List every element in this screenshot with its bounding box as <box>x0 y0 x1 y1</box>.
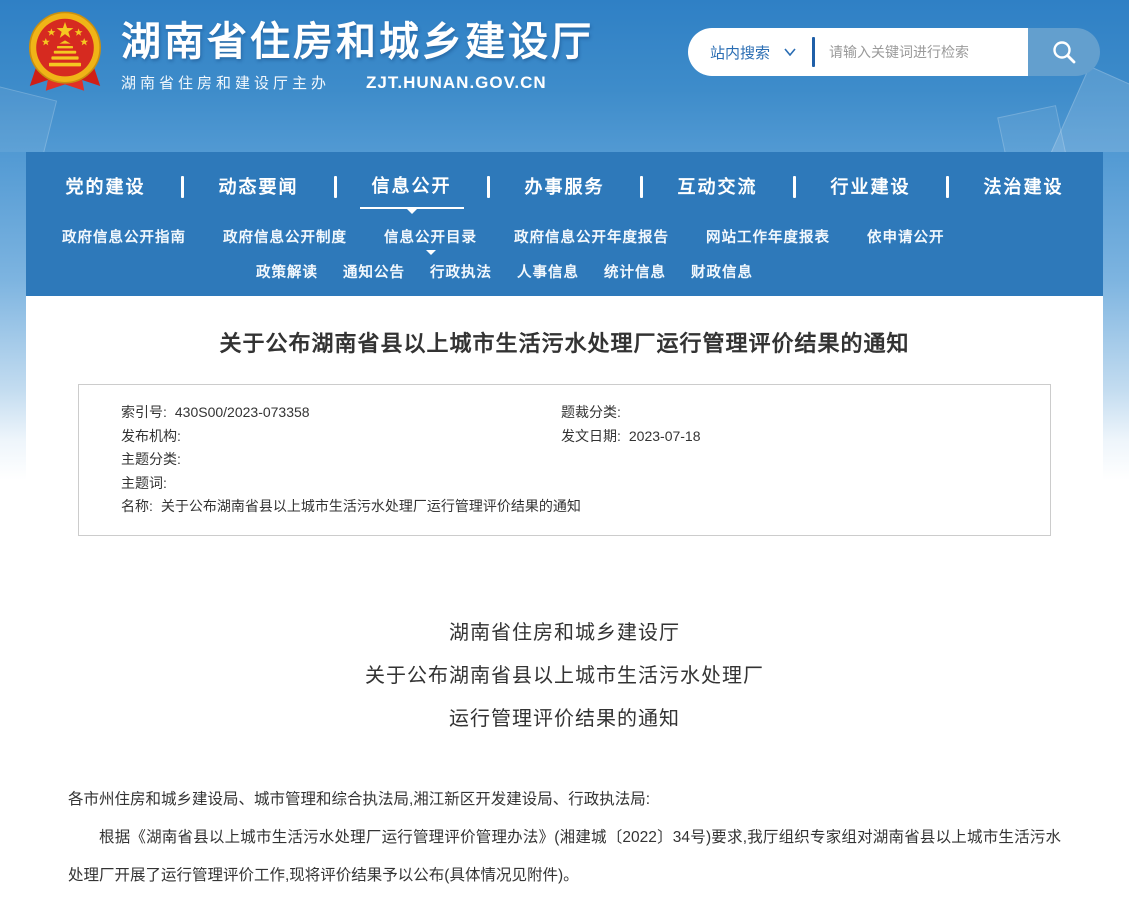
subnav-item-finance-info[interactable]: 财政信息 <box>691 261 753 282</box>
nav-separator <box>181 176 184 198</box>
subnav-item-personnel-info[interactable]: 人事信息 <box>517 261 579 282</box>
site-domain: ZJT.HUNAN.GOV.CN <box>366 73 547 93</box>
meta-date-label: 发文日期: <box>561 425 621 449</box>
nav-item-news[interactable]: 动态要闻 <box>207 167 311 208</box>
nav-separator <box>487 176 490 198</box>
nav-panel: 党的建设 动态要闻 信息公开 办事服务 互动交流 行业建设 法治建设 政府信息公… <box>26 152 1103 296</box>
search-scope-label: 站内搜索 <box>710 42 770 63</box>
meta-row: 主题分类: <box>121 448 1030 472</box>
document-body: 各市州住房和城乡建设局、城市管理和综合执法局,湘江新区开发建设局、行政执法局: … <box>26 781 1103 920</box>
search-field-wrap: 站内搜索 <box>688 28 1028 76</box>
search-input[interactable] <box>829 44 1028 60</box>
meta-name-value: 关于公布湖南省县以上城市生活污水处理厂运行管理评价结果的通知 <box>161 495 581 519</box>
subnav-item-disclosure-catalog[interactable]: 信息公开目录 <box>384 226 477 247</box>
subnav-item-annual-report[interactable]: 政府信息公开年度报告 <box>514 226 669 247</box>
subnav-item-policy-interpretation[interactable]: 政策解读 <box>256 261 318 282</box>
search-icon <box>1051 39 1077 65</box>
subnav-item-label: 信息公开目录 <box>384 230 477 246</box>
site-title: 湖南省住房和城乡建设厅 <box>121 16 594 68</box>
meta-row: 发布机构: 发文日期: 2023-07-18 <box>121 425 1030 449</box>
nav-item-info-disclosure[interactable]: 信息公开 <box>360 166 464 209</box>
subnav-item-notices[interactable]: 通知公告 <box>343 261 405 282</box>
subnav-item-disclosure-guide[interactable]: 政府信息公开指南 <box>62 226 186 247</box>
chevron-down-icon <box>784 48 796 56</box>
document-heading-line2: 关于公布湖南省县以上城市生活污水处理厂 <box>26 655 1103 698</box>
document-heading: 湖南省住房和城乡建设厅 关于公布湖南省县以上城市生活污水处理厂 运行管理评价结果… <box>26 612 1103 741</box>
nav-item-label: 信息公开 <box>372 176 452 196</box>
subnav-item-disclosure-system[interactable]: 政府信息公开制度 <box>223 226 347 247</box>
brand-text: 湖南省住房和城乡建设厅 湖南省住房和建设厅主办 ZJT.HUNAN.GOV.CN <box>121 16 594 93</box>
document-heading-line3: 运行管理评价结果的通知 <box>26 698 1103 741</box>
meta-index-label: 索引号: <box>121 401 167 425</box>
subnav-item-statistics-info[interactable]: 统计信息 <box>604 261 666 282</box>
national-emblem-logo <box>25 8 105 100</box>
meta-row: 索引号: 430S00/2023-073358 题裁分类: <box>121 401 1030 425</box>
meta-date-value: 2023-07-18 <box>629 425 701 449</box>
meta-name-label: 名称: <box>121 495 153 519</box>
meta-row: 名称: 关于公布湖南省县以上城市生活污水处理厂运行管理评价结果的通知 <box>121 495 1030 519</box>
active-subnav-caret-icon <box>426 250 436 260</box>
document-paragraph: 根据《湖南省县以上城市生活污水处理厂运行管理评价管理办法》(湘建城〔2022〕3… <box>68 819 1061 895</box>
nav-item-rule-of-law[interactable]: 法治建设 <box>972 167 1076 208</box>
subnav-item-administrative-enforcement[interactable]: 行政执法 <box>430 261 492 282</box>
meta-agency-label: 发布机构: <box>121 425 181 449</box>
subnav-item-website-annual-report[interactable]: 网站工作年度报表 <box>706 226 830 247</box>
search-divider <box>812 37 815 67</box>
subnav-row1: 政府信息公开指南 政府信息公开制度 信息公开目录 政府信息公开年度报告 网站工作… <box>26 222 1103 247</box>
nav-separator <box>334 176 337 198</box>
nav-item-interaction[interactable]: 互动交流 <box>666 167 770 208</box>
site-subtitle: 湖南省住房和建设厅主办 <box>121 72 330 93</box>
meta-index-value: 430S00/2023-073358 <box>175 401 310 425</box>
nav-separator <box>640 176 643 198</box>
nav-item-industry[interactable]: 行业建设 <box>819 167 923 208</box>
meta-genre-label: 题裁分类: <box>561 401 621 425</box>
page-title: 关于公布湖南省县以上城市生活污水处理厂运行管理评价结果的通知 <box>26 296 1103 358</box>
nav-item-party-building[interactable]: 党的建设 <box>54 167 158 208</box>
search-button[interactable] <box>1028 28 1100 76</box>
subnav-row2: 政策解读 通知公告 行政执法 人事信息 统计信息 财政信息 <box>26 247 1103 286</box>
meta-row: 主题词: <box>121 472 1030 496</box>
site-subrow: 湖南省住房和建设厅主办 ZJT.HUNAN.GOV.CN <box>121 72 594 93</box>
document-heading-line1: 湖南省住房和城乡建设厅 <box>26 612 1103 655</box>
main-nav: 党的建设 动态要闻 信息公开 办事服务 互动交流 行业建设 法治建设 <box>26 152 1103 222</box>
document-meta-box: 索引号: 430S00/2023-073358 题裁分类: 发布机构: 发文日期… <box>78 384 1051 536</box>
document-salutation: 各市州住房和城乡建设局、城市管理和综合执法局,湘江新区开发建设局、行政执法局: <box>68 781 1061 819</box>
search-scope-dropdown[interactable]: 站内搜索 <box>710 42 796 63</box>
subnav-item-disclosure-by-request[interactable]: 依申请公开 <box>867 226 945 247</box>
main-content: 关于公布湖南省县以上城市生活污水处理厂运行管理评价结果的通知 索引号: 430S… <box>26 296 1103 920</box>
site-header: 湖南省住房和城乡建设厅 湖南省住房和建设厅主办 ZJT.HUNAN.GOV.CN… <box>0 0 1129 152</box>
nav-separator <box>946 176 949 198</box>
site-brand: 湖南省住房和城乡建设厅 湖南省住房和建设厅主办 ZJT.HUNAN.GOV.CN <box>25 8 594 100</box>
meta-topic-label: 主题分类: <box>121 448 181 472</box>
nav-item-services[interactable]: 办事服务 <box>513 167 617 208</box>
search-bar: 站内搜索 <box>688 28 1100 76</box>
meta-keywords-label: 主题词: <box>121 472 167 496</box>
active-nav-caret-icon <box>407 209 417 219</box>
nav-separator <box>793 176 796 198</box>
